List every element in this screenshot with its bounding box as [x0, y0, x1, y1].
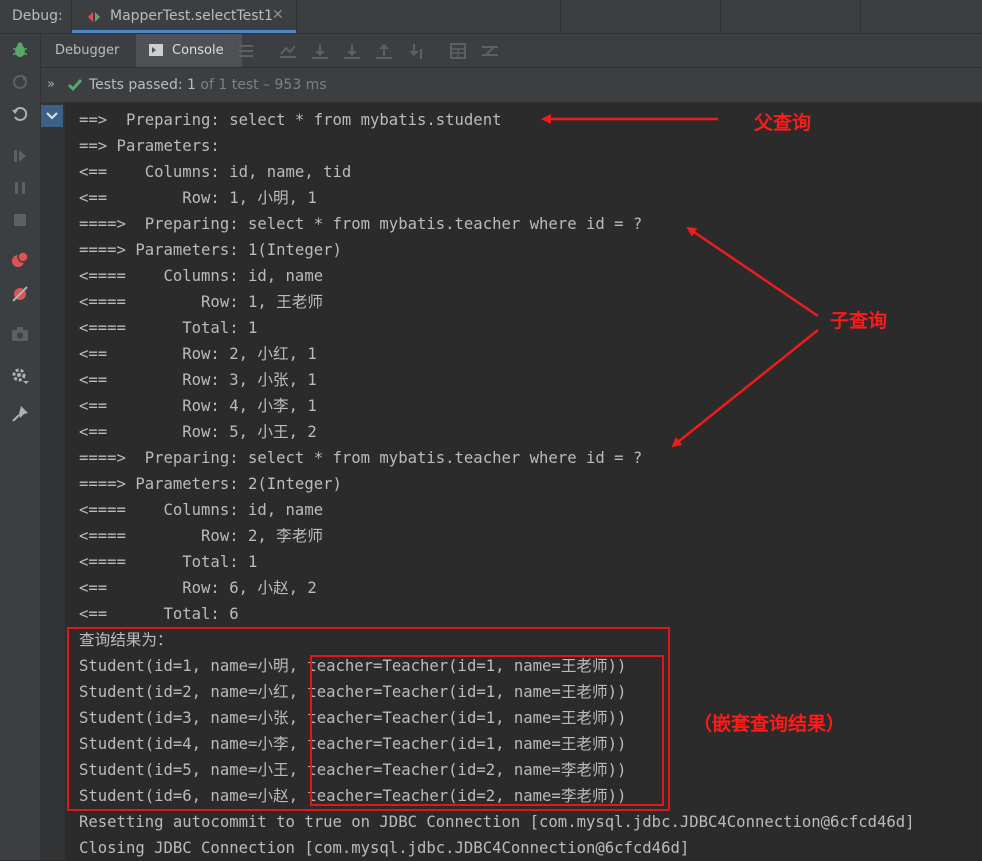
arrow-sub-query-1 — [686, 226, 819, 318]
arrow-sub-query-2 — [671, 329, 819, 448]
annotation-arrows — [541, 114, 819, 448]
